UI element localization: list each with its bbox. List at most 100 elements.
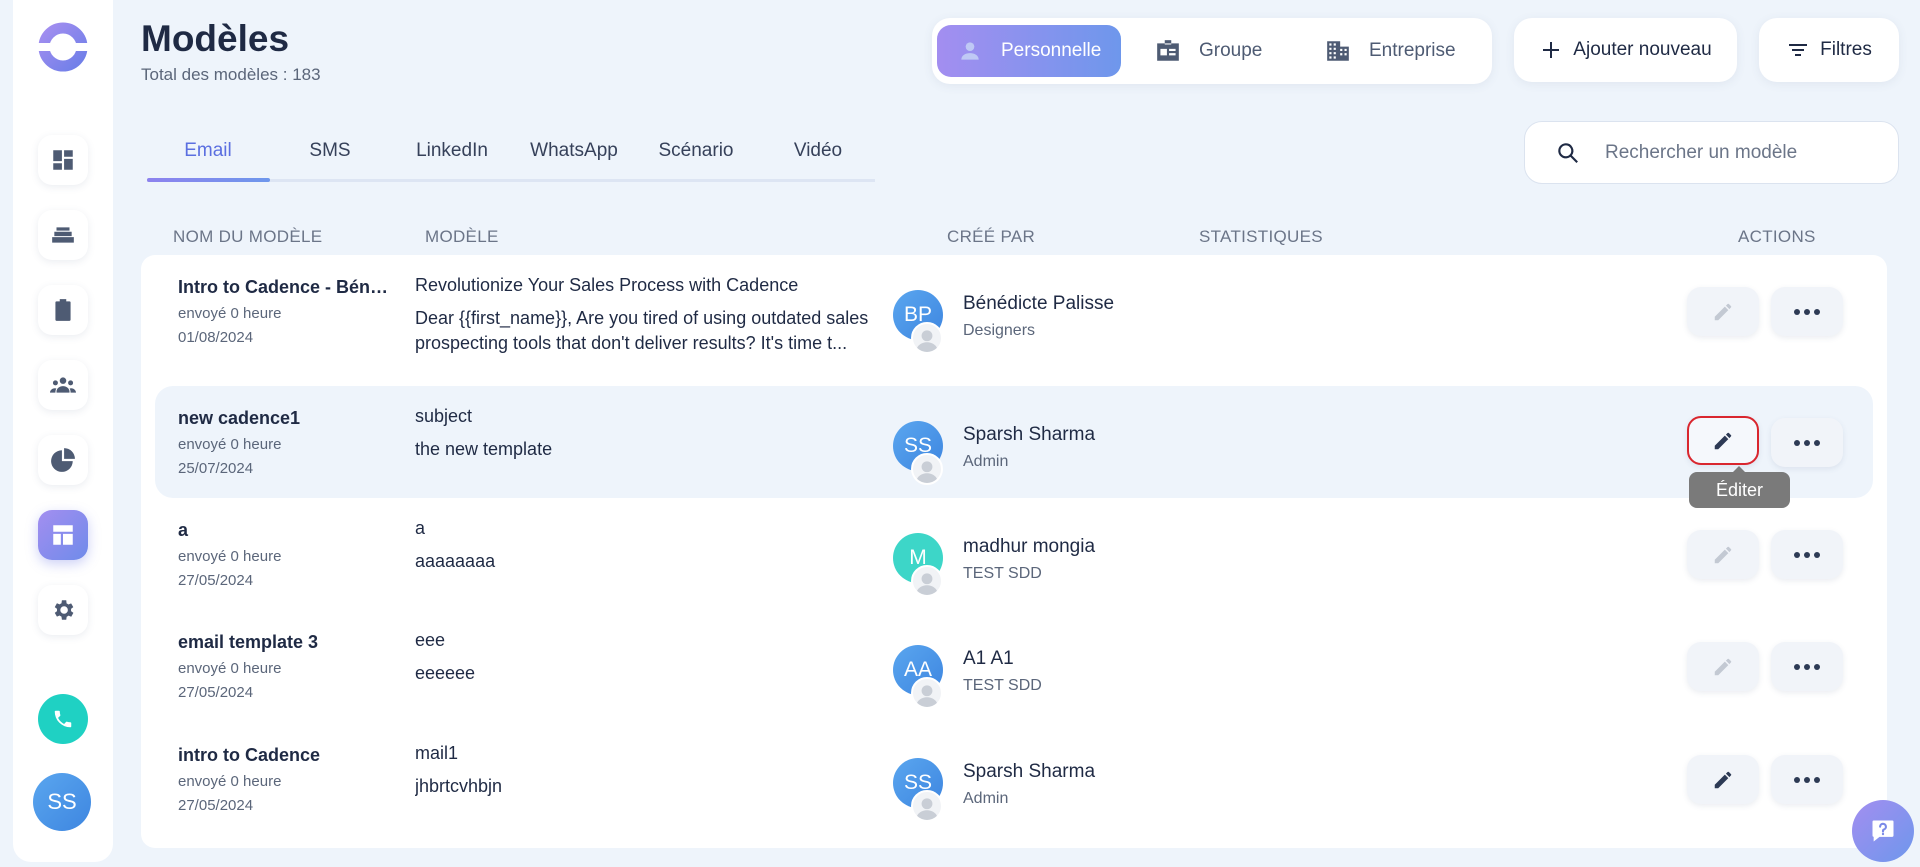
- template-date: 27/05/2024: [178, 797, 254, 814]
- template-subject: eee: [415, 630, 446, 650]
- template-sent: envoyé 0 heure: [178, 436, 282, 453]
- nav-cadences-icon[interactable]: [38, 210, 88, 260]
- creator-role: TEST SDD: [963, 677, 1042, 694]
- template-subject: a: [415, 518, 426, 538]
- nav-tasks-icon[interactable]: [38, 285, 88, 335]
- edit-tooltip: Éditer: [1689, 466, 1790, 508]
- column-header-model: MODÈLE: [425, 227, 499, 246]
- scope-company-button[interactable]: Entreprise: [1325, 25, 1456, 77]
- creator-name: Sparsh Sharma: [963, 424, 1096, 445]
- more-options-button[interactable]: [1771, 418, 1843, 467]
- template-date: 01/08/2024: [178, 329, 254, 346]
- pencil-icon: [1714, 432, 1732, 449]
- scope-personal-button[interactable]: Personnelle: [937, 25, 1122, 77]
- sidebar: SS: [13, 0, 113, 862]
- creator-name: Sparsh Sharma: [963, 761, 1096, 782]
- template-name[interactable]: Intro to Cadence - Bénédicte: [178, 277, 393, 298]
- tab-linkedin[interactable]: LinkedIn: [391, 140, 513, 162]
- user-placeholder-icon: [911, 790, 943, 822]
- user-placeholder-icon: [911, 322, 943, 354]
- nav-people-icon[interactable]: [38, 360, 88, 410]
- creator-role: TEST SDD: [963, 565, 1042, 582]
- edit-button[interactable]: [1687, 755, 1759, 804]
- template-date: 25/07/2024: [178, 460, 254, 477]
- nav-settings-gear-icon[interactable]: [38, 585, 88, 635]
- column-header-actions: ACTIONS: [1738, 227, 1816, 246]
- templates-count: Total des modèles : 183: [141, 65, 321, 84]
- more-options-button[interactable]: [1771, 530, 1843, 579]
- cadence-logo-icon[interactable]: [38, 22, 88, 72]
- template-sent: envoyé 0 heure: [178, 660, 282, 677]
- template-sent: envoyé 0 heure: [178, 548, 282, 565]
- nav-templates-icon[interactable]: [38, 510, 88, 560]
- channel-tabs: Email SMS LinkedIn WhatsApp Scénario Vid…: [147, 136, 875, 182]
- tab-video[interactable]: Vidéo: [757, 140, 879, 162]
- template-name[interactable]: email template 3: [178, 632, 393, 653]
- search-box: [1524, 121, 1899, 184]
- edit-button[interactable]: [1687, 530, 1759, 579]
- user-placeholder-icon: [911, 453, 943, 485]
- edit-button[interactable]: [1687, 642, 1759, 691]
- scope-selector: Personnelle Groupe Entreprise: [932, 18, 1492, 84]
- search-input[interactable]: [1605, 141, 1885, 164]
- template-name[interactable]: intro to Cadence: [178, 745, 393, 766]
- edit-button[interactable]: [1687, 416, 1759, 465]
- template-body: jhbrtcvhbjn: [415, 776, 503, 796]
- help-chat-icon: [1872, 820, 1894, 842]
- active-tab-indicator: [147, 178, 270, 182]
- more-options-button[interactable]: [1771, 642, 1843, 691]
- person-icon: [961, 42, 979, 60]
- table-row[interactable]: intro to Cadence envoyé 0 heure 27/05/20…: [155, 723, 1873, 835]
- pencil-icon: [1714, 658, 1732, 675]
- scope-group-button[interactable]: Groupe: [1155, 25, 1262, 77]
- table-row[interactable]: email template 3 envoyé 0 heure 27/05/20…: [155, 610, 1873, 722]
- more-dots-icon: [1794, 776, 1820, 783]
- plus-icon: [1543, 42, 1560, 58]
- building-icon: [1327, 41, 1349, 61]
- creator-name: Bénédicte Palisse: [963, 293, 1115, 314]
- more-options-button[interactable]: [1771, 287, 1843, 336]
- scope-group-label: Groupe: [1199, 40, 1263, 61]
- more-dots-icon: [1794, 308, 1820, 315]
- templates-table: Intro to Cadence - Bénédicte envoyé 0 he…: [141, 255, 1887, 848]
- creator-name: A1 A1: [963, 648, 1014, 669]
- add-new-button[interactable]: Ajouter nouveau: [1514, 18, 1737, 82]
- nav-reports-pie-icon[interactable]: [38, 435, 88, 485]
- pencil-icon: [1714, 546, 1732, 563]
- add-new-label: Ajouter nouveau: [1573, 39, 1712, 60]
- template-date: 27/05/2024: [178, 572, 254, 589]
- help-button[interactable]: [1852, 800, 1914, 862]
- pencil-icon: [1714, 303, 1732, 320]
- creator-role: Admin: [963, 453, 1009, 470]
- template-name[interactable]: a: [178, 520, 393, 541]
- tab-email[interactable]: Email: [147, 140, 269, 162]
- phone-call-icon[interactable]: [38, 694, 88, 744]
- table-row[interactable]: a envoyé 0 heure 27/05/2024 a aaaaaaaa M…: [155, 498, 1873, 610]
- template-subject: subject: [415, 406, 473, 426]
- edit-button[interactable]: [1687, 287, 1759, 336]
- more-options-button[interactable]: [1771, 755, 1843, 804]
- user-placeholder-icon: [911, 677, 943, 709]
- creator-role: Designers: [963, 322, 1036, 339]
- column-header-name: NOM DU MODÈLE: [173, 227, 323, 246]
- creator-role: Admin: [963, 790, 1009, 807]
- more-dots-icon: [1794, 663, 1820, 670]
- user-avatar[interactable]: SS: [33, 773, 91, 831]
- column-header-created-by: CRÉÉ PAR: [947, 227, 1036, 246]
- template-name[interactable]: new cadence1: [178, 408, 393, 429]
- tab-sms[interactable]: SMS: [269, 140, 391, 162]
- template-body: aaaaaaaa: [415, 551, 496, 571]
- more-dots-icon: [1794, 551, 1820, 558]
- table-row[interactable]: new cadence1 envoyé 0 heure 25/07/2024 s…: [155, 386, 1873, 498]
- filters-button[interactable]: Filtres: [1759, 18, 1899, 82]
- template-body: the new template: [415, 439, 553, 459]
- template-sent: envoyé 0 heure: [178, 305, 282, 322]
- table-row[interactable]: Intro to Cadence - Bénédicte envoyé 0 he…: [155, 255, 1873, 367]
- tab-scenario[interactable]: Scénario: [635, 140, 757, 162]
- nav-dashboard-icon[interactable]: [38, 135, 88, 185]
- filters-label: Filtres: [1820, 39, 1872, 60]
- tab-whatsapp[interactable]: WhatsApp: [513, 140, 635, 162]
- pencil-icon: [1714, 771, 1732, 788]
- filter-icon: [1789, 44, 1808, 56]
- creator-name: madhur mongia: [963, 536, 1096, 557]
